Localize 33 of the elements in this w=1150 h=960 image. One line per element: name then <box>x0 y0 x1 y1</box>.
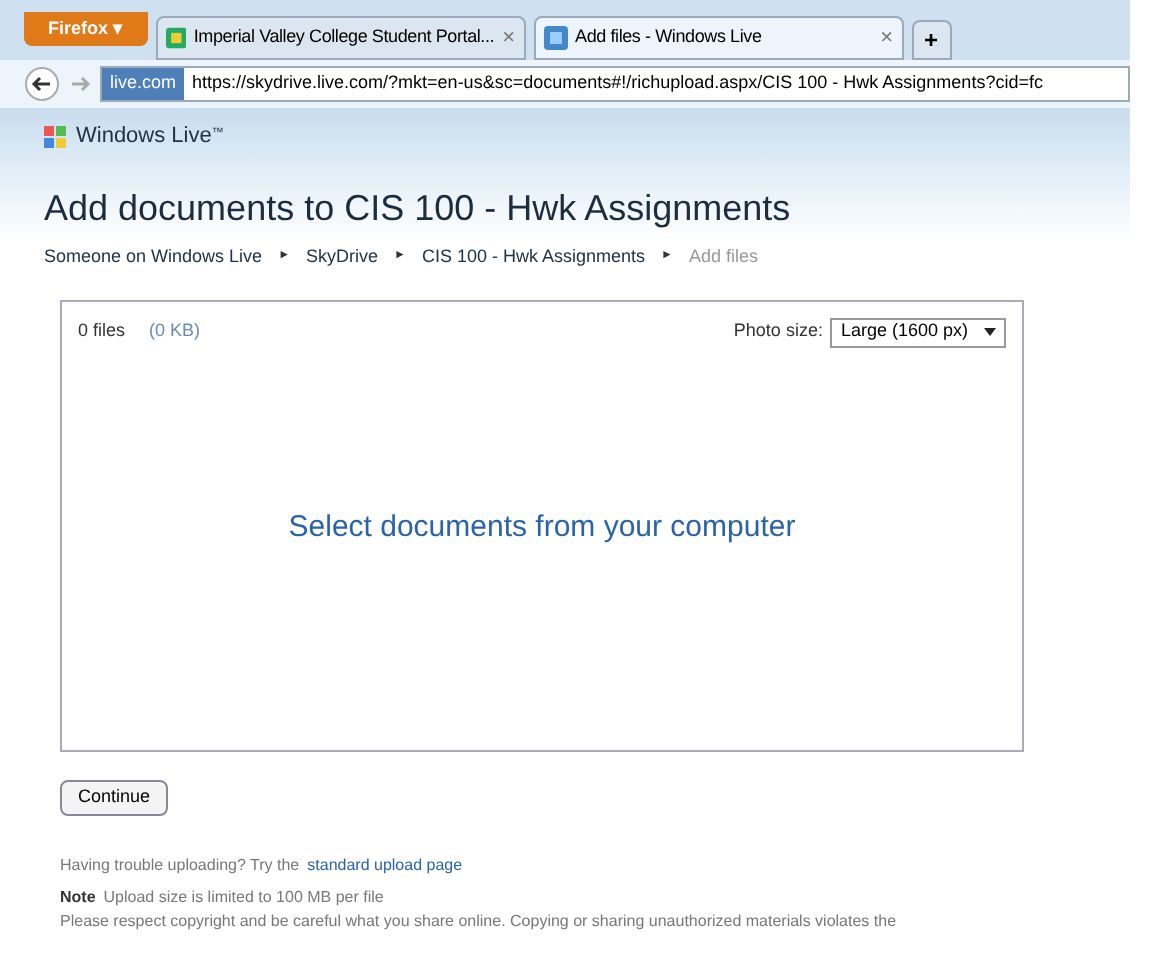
standard-upload-link[interactable]: standard upload page <box>307 853 463 878</box>
tab-title: Imperial Valley College Student Portal... <box>193 24 495 51</box>
new-tab-button[interactable]: + <box>911 20 952 60</box>
breadcrumb-link[interactable]: CIS 100 - Hwk Assignments <box>421 244 646 271</box>
back-icon[interactable] <box>24 66 60 102</box>
browser-tab[interactable]: Imperial Valley College Student Portal... × <box>155 16 526 60</box>
close-icon[interactable]: × <box>880 21 894 55</box>
select-documents-link[interactable]: Select documents from your computer <box>288 505 796 551</box>
site-icon <box>165 26 186 50</box>
note-text: Upload size is limited to 100 MB per file <box>103 885 384 910</box>
file-count: 0 files <box>78 318 126 345</box>
total-size: (0 KB) <box>149 318 201 345</box>
url-text: https://skydrive.live.com/?mkt=en-us&sc=documents#!/richupload.aspx/CIS 100 - Hwk Assignments?cid=fc <box>192 70 1043 97</box>
breadcrumb-link[interactable]: SkyDrive <box>306 244 379 271</box>
close-icon[interactable]: × <box>502 21 516 55</box>
brand-name: Windows Live$^{™}$ <box>76 122 224 152</box>
breadcrumb-link[interactable]: Someone on Windows Live <box>44 244 263 271</box>
continue-button[interactable]: Continue <box>60 779 169 815</box>
photo-size-label: Photo size: <box>733 318 823 345</box>
upload-area[interactable]: 0 files (0 KB) Photo size: Large (1600 px) Select documents from your computer <box>60 299 1024 751</box>
site-icon <box>543 26 568 50</box>
note-label: Note <box>60 885 96 910</box>
dropdown-caret-icon <box>984 328 996 336</box>
site-badge: live.com <box>102 68 185 100</box>
page-title: Add documents to CIS 100 - Hwk Assignments <box>44 189 793 225</box>
help-text: Having trouble uploading? Try the <box>60 853 300 878</box>
windows-logo-icon <box>44 125 68 148</box>
address-bar[interactable]: live.com https://skydrive.live.com/?mkt=en-us&sc=documents#!/richupload.aspx/CIS 100 - Hwk Assignments?cid=fc <box>100 66 1130 102</box>
browser-tab[interactable]: Add files - Windows Live × <box>533 16 904 60</box>
tab-title: Add files - Windows Live <box>575 24 764 51</box>
photo-size-dropdown[interactable]: Large (1600 px) <box>830 317 1006 347</box>
dropdown-value: Large (1600 px) <box>840 318 968 345</box>
copyright-text: Please respect copyright and be careful what you share online. Copying or sharing unauthorized materials violates the <box>58 909 899 934</box>
